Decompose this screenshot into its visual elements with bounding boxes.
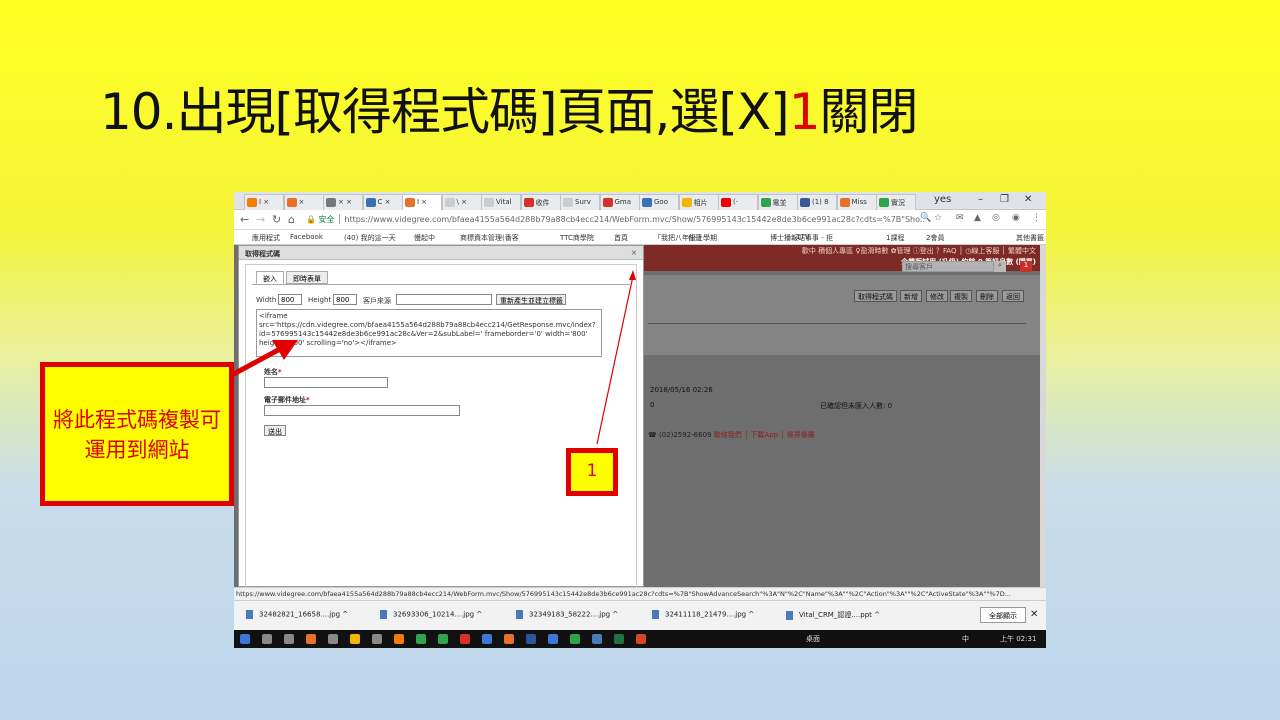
callout-text: 將此程式碼複製可運用到網站 <box>53 408 221 462</box>
arrow-to-close-head <box>629 270 636 280</box>
arrow-to-close-line <box>596 275 634 445</box>
callout-box: 將此程式碼複製可運用到網站 <box>40 362 234 506</box>
arrow-to-code-line <box>228 346 282 379</box>
annotation-arrows <box>228 270 636 445</box>
step-badge: 1 <box>566 448 618 496</box>
